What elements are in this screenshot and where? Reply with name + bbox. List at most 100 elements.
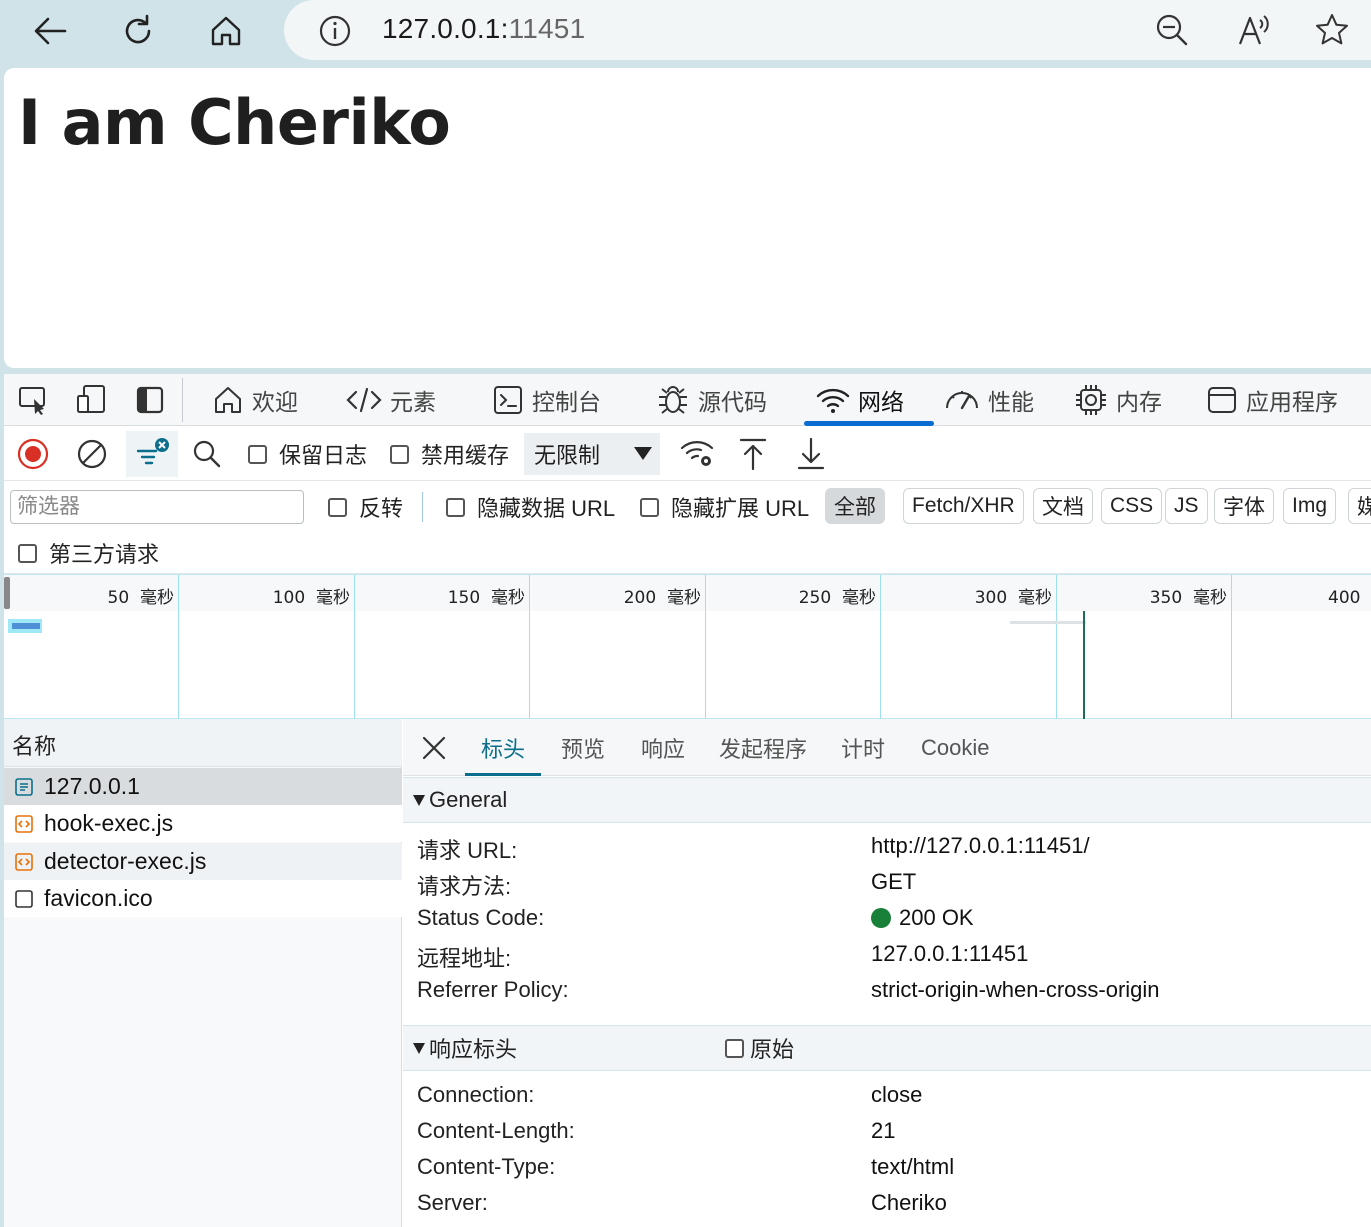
checkbox-box[interactable] [248, 444, 267, 464]
header-value: 127.0.0.1:11451 [871, 941, 1029, 966]
tab-welcome[interactable]: 欢迎 [212, 374, 298, 426]
header-value: GET [871, 869, 917, 894]
tab-response[interactable]: 响应 [641, 719, 685, 776]
checkbox-box[interactable] [640, 497, 659, 517]
address-bar[interactable]: 127.0.0.1:11451 [284, 0, 1371, 60]
request-row[interactable]: detector-exec.js [4, 843, 402, 880]
filter-type-media[interactable]: 媒 [1348, 488, 1371, 524]
request-row[interactable]: hook-exec.js [4, 805, 402, 842]
dock-side-button[interactable] [132, 382, 168, 418]
column-header-name[interactable]: 名称 [4, 719, 402, 767]
zoom-out-icon[interactable] [1154, 12, 1190, 48]
filter-type-css[interactable]: CSS [1101, 488, 1163, 524]
filter-type-img[interactable]: Img [1283, 488, 1337, 524]
network-overview-timeline[interactable]: 50 毫秒 100 毫秒 150 毫秒 200 毫秒 250 毫秒 300 毫秒… [4, 574, 1371, 720]
tab-timing[interactable]: 计时 [841, 719, 885, 776]
request-row-selected[interactable]: 127.0.0.1 [4, 768, 402, 805]
filter-type-fetch-xhr[interactable]: Fetch/XHR [903, 488, 1024, 524]
preserve-log-checkbox[interactable]: 保留日志 [248, 435, 367, 473]
script-icon [15, 852, 33, 871]
toolbar-separator [182, 378, 183, 422]
checkbox-box[interactable] [725, 1038, 744, 1058]
invert-checkbox[interactable]: 反转 [328, 490, 403, 524]
timeline-tick-label: 250 毫秒 [798, 588, 876, 608]
timeline-tick-label: 200 毫秒 [623, 588, 701, 608]
code-icon [346, 387, 382, 413]
filter-type-all[interactable]: 全部 [825, 488, 885, 524]
device-icon [77, 385, 105, 413]
search-icon [193, 440, 221, 468]
tab-initiator[interactable]: 发起程序 [719, 719, 807, 776]
tab-application[interactable]: 应用程序 [1206, 374, 1338, 426]
hide-data-url-checkbox[interactable]: 隐藏数据 URL [446, 490, 615, 524]
section-response-headers-header[interactable]: 响应标头 原始 [403, 1025, 1371, 1071]
upload-icon [739, 438, 767, 471]
timeline-range-handle[interactable] [4, 577, 10, 609]
tab-headers[interactable]: 标头 [465, 719, 542, 776]
filter-type-js[interactable]: JS [1165, 488, 1208, 524]
browser-toolbar: 127.0.0.1:11451 [0, 0, 1371, 62]
network-conditions-button[interactable] [680, 435, 716, 473]
chevron-down-icon [634, 447, 652, 460]
timeline-tick-label: 100 毫秒 [272, 588, 350, 608]
device-emulation-button[interactable] [74, 382, 110, 418]
filter-type-doc[interactable]: 文档 [1033, 488, 1093, 524]
tab-sources[interactable]: 源代码 [656, 374, 767, 426]
header-key: Status Code: [417, 905, 545, 930]
console-icon [494, 386, 522, 414]
disable-cache-checkbox[interactable]: 禁用缓存 [390, 435, 509, 473]
search-button[interactable] [192, 435, 222, 473]
hide-extension-url-checkbox[interactable]: 隐藏扩展 URL [640, 490, 809, 524]
home-button[interactable] [202, 8, 250, 54]
throttling-select[interactable]: 无限制 [524, 433, 660, 475]
load-event-marker [1083, 611, 1085, 719]
status-code-value: 200 OK [871, 905, 974, 931]
read-aloud-icon[interactable] [1236, 12, 1272, 48]
header-key: Referrer Policy: [417, 977, 569, 1002]
page-heading: I am Cheriko [18, 86, 451, 159]
import-har-button[interactable] [738, 435, 768, 473]
clear-button[interactable] [76, 435, 108, 473]
record-button[interactable] [16, 435, 50, 473]
raw-headers-checkbox[interactable]: 原始 [725, 1032, 794, 1064]
header-key: Content-Type: [417, 1154, 556, 1179]
checkbox-box[interactable] [328, 497, 347, 517]
url-text[interactable]: 127.0.0.1:11451 [382, 13, 585, 45]
tab-performance[interactable]: 性能 [944, 374, 1034, 426]
third-party-checkbox[interactable]: 第三方请求 [18, 536, 159, 570]
filter-input[interactable]: 筛选器 [10, 490, 304, 524]
clear-icon [77, 439, 107, 469]
section-general-header[interactable]: General [403, 777, 1371, 823]
active-tab-indicator [465, 773, 542, 776]
site-info-icon[interactable] [318, 14, 352, 48]
filter-clear-icon [136, 438, 169, 465]
filter-type-font[interactable]: 字体 [1214, 488, 1274, 524]
home-icon [215, 387, 241, 413]
inspect-icon [19, 387, 45, 415]
checkbox-box[interactable] [446, 497, 465, 517]
download-icon [797, 437, 825, 470]
expand-triangle-icon [413, 794, 425, 806]
request-row[interactable]: favicon.ico [4, 880, 402, 917]
tab-network[interactable]: 网络 [804, 374, 934, 426]
refresh-button[interactable] [114, 8, 162, 54]
favorite-star-icon[interactable] [1314, 12, 1350, 48]
checkbox-box[interactable] [390, 444, 409, 464]
tab-cookies[interactable]: Cookie [921, 719, 989, 776]
close-icon[interactable] [421, 735, 447, 761]
filter-toggle-button[interactable] [126, 431, 178, 477]
dock-icon [136, 386, 164, 414]
tab-elements[interactable]: 元素 [346, 374, 436, 426]
details-tab-bar: 标头 预览 响应 发起程序 计时 Cookie [403, 719, 1371, 776]
header-value: Cheriko [871, 1190, 947, 1215]
tab-console[interactable]: 控制台 [492, 374, 601, 426]
header-key: Content-Length: [417, 1118, 575, 1143]
refresh-icon [125, 14, 151, 44]
timeline-gridline [529, 575, 530, 720]
export-har-button[interactable] [796, 435, 826, 473]
tab-memory[interactable]: 内存 [1074, 374, 1162, 426]
inspect-element-button[interactable] [16, 382, 52, 418]
back-button[interactable] [26, 8, 74, 54]
checkbox-box[interactable] [18, 543, 37, 563]
tab-preview[interactable]: 预览 [561, 719, 605, 776]
